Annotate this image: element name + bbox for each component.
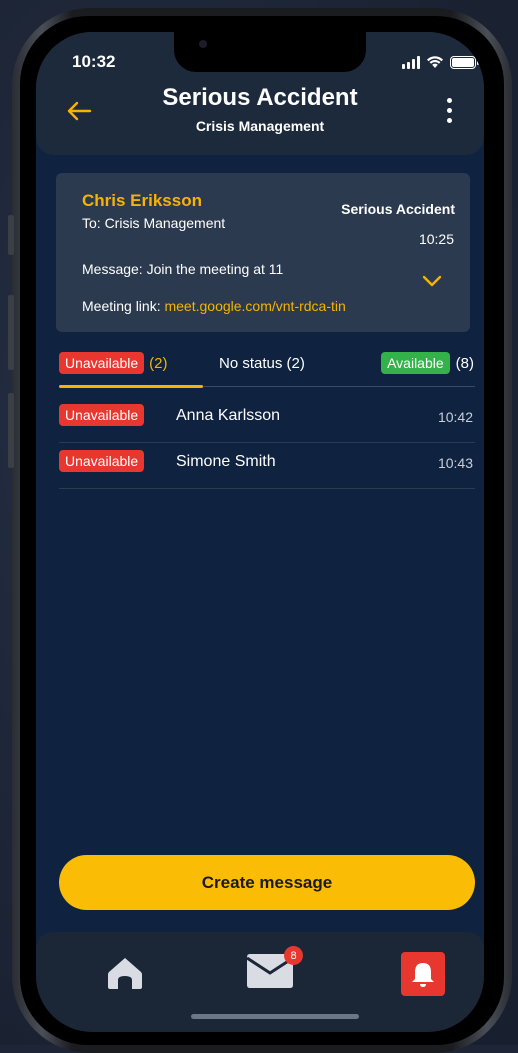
- list-item[interactable]: Unavailable Simone Smith 10:43: [59, 443, 475, 489]
- more-vertical-icon[interactable]: [442, 98, 456, 124]
- status-badge: Unavailable: [59, 404, 145, 426]
- page-subtitle: Crisis Management: [195, 118, 325, 134]
- sender-name: Chris Eriksson: [82, 191, 202, 210]
- home-icon[interactable]: [106, 956, 144, 990]
- volume-down-button: [8, 393, 14, 468]
- status-badge: Unavailable: [59, 450, 145, 472]
- responder-name: Simone Smith: [176, 453, 276, 470]
- tab-unavailable[interactable]: Unavailable (2): [59, 352, 168, 374]
- unavailable-count: (2): [149, 354, 168, 372]
- message-title: Serious Accident: [341, 201, 455, 217]
- response-time: 10:43: [437, 455, 473, 471]
- nav-mail[interactable]: 8: [246, 946, 306, 992]
- front-camera: [199, 40, 207, 48]
- meeting-link[interactable]: meet.google.com/vnt-rdca-tin: [164, 298, 345, 314]
- status-icons: [402, 54, 479, 70]
- mail-badge: 8: [284, 946, 303, 965]
- unavailable-badge: Unavailable: [59, 352, 145, 374]
- app-header: 10:32 Serious Accident Crisis Management: [36, 32, 484, 155]
- chevron-down-icon[interactable]: [421, 274, 443, 288]
- create-message-button[interactable]: Create message: [59, 855, 475, 910]
- status-tabs: Unavailable (2) No status (2) Available …: [36, 350, 484, 388]
- tab-no-status[interactable]: No status (2): [219, 355, 305, 372]
- responder-name: Anna Karlsson: [176, 407, 281, 424]
- volume-up-button: [8, 295, 14, 370]
- recipient-group: To: Crisis Management: [82, 215, 226, 231]
- response-time: 10:42: [437, 409, 473, 425]
- bottom-navigation: 8: [36, 932, 484, 1032]
- mute-switch: [8, 215, 14, 255]
- phone-screen: 10:32 Serious Accident Crisis Management…: [36, 32, 484, 1032]
- bell-icon: [412, 963, 434, 987]
- active-tab-indicator: [59, 385, 203, 388]
- available-count: (8): [455, 354, 474, 372]
- message-body: Message: Join the meeting at 11: [82, 261, 284, 277]
- meeting-info: Meeting link: meet.google.com/vnt-rdca-t…: [82, 298, 346, 314]
- message-card[interactable]: Chris Eriksson To: Crisis Management Ser…: [56, 173, 470, 332]
- wifi-icon: [427, 56, 443, 68]
- cellular-signal-icon: [402, 55, 420, 69]
- available-badge: Available: [381, 352, 450, 374]
- status-time: 10:32: [72, 52, 116, 71]
- battery-icon: [450, 55, 479, 69]
- message-time: 10:25: [418, 231, 454, 247]
- home-indicator: [191, 1014, 359, 1019]
- tab-available[interactable]: Available (8): [381, 352, 474, 374]
- notch: [174, 32, 366, 72]
- nav-alerts[interactable]: [401, 952, 445, 996]
- page-title: Serious Accident: [162, 84, 358, 111]
- meeting-label: Meeting link:: [82, 298, 165, 314]
- response-list: Unavailable Anna Karlsson 10:42 Unavaila…: [59, 397, 475, 489]
- list-item[interactable]: Unavailable Anna Karlsson 10:42: [59, 397, 475, 443]
